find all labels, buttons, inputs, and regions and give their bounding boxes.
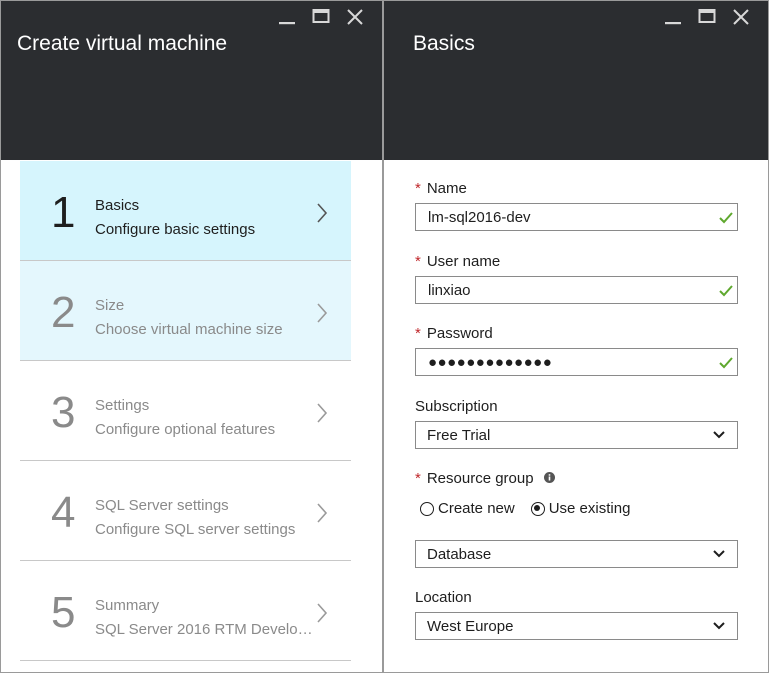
- step-size[interactable]: 2 Size Choose virtual machine size: [20, 261, 351, 361]
- required-marker: *: [415, 180, 421, 197]
- subscription-label: Subscription: [415, 398, 498, 415]
- resource-group-select[interactable]: Database: [415, 540, 738, 568]
- chevron-right-icon: [317, 603, 328, 623]
- create-vm-blade: Create virtual machine 1 Basics Configur…: [0, 0, 383, 673]
- step-title: Settings: [95, 397, 150, 414]
- name-label: * Name: [415, 180, 467, 197]
- close-icon: [733, 9, 749, 25]
- resource-group-label-text: Resource group: [426, 470, 534, 487]
- resource-group-value: Database: [427, 546, 492, 563]
- password-label: * Password: [415, 325, 493, 342]
- location-value: West Europe: [427, 618, 514, 635]
- step-subtitle: Choose virtual machine size: [95, 321, 283, 338]
- required-marker: *: [415, 325, 421, 342]
- user-name-label: * User name: [415, 253, 500, 270]
- subscription-value: Free Trial: [427, 427, 491, 444]
- close-icon: [347, 9, 363, 25]
- blade-title: Create virtual machine: [17, 32, 228, 55]
- step-number: 1: [51, 188, 76, 237]
- step-subtitle: Configure optional features: [95, 421, 276, 438]
- step-title: Basics: [95, 197, 140, 214]
- step-summary[interactable]: 5 Summary SQL Server 2016 RTM Develop...: [20, 561, 351, 661]
- minimize-icon: [279, 22, 295, 25]
- step-subtitle: Configure SQL server settings: [95, 521, 296, 538]
- blade-header: Create virtual machine: [1, 1, 382, 160]
- radio-circle: [420, 501, 434, 516]
- checkmark-icon: [719, 285, 733, 297]
- use-existing-radio[interactable]: Use existing: [530, 500, 631, 517]
- chevron-right-icon: [317, 303, 328, 323]
- resource-group-label: * Resource group: [415, 470, 555, 487]
- chevron-down-icon: [713, 431, 725, 439]
- location-label: Location: [415, 589, 472, 606]
- window-controls: [270, 6, 372, 28]
- checkmark-icon: [719, 212, 733, 224]
- step-sql-server-settings[interactable]: 4 SQL Server settings Configure SQL serv…: [20, 461, 351, 561]
- chevron-right-icon: [317, 503, 328, 523]
- wizard-steps: 1 Basics Configure basic settings 2 Size…: [20, 161, 351, 661]
- chevron-right-icon: [317, 403, 328, 423]
- subscription-select[interactable]: Free Trial: [415, 421, 738, 449]
- maximize-icon: [698, 9, 716, 23]
- step-number: 3: [51, 388, 76, 437]
- required-marker: *: [415, 470, 421, 487]
- step-title: Summary: [95, 597, 160, 614]
- create-new-label: Create new: [438, 500, 515, 517]
- resource-group-radio-group: Create new Use existing: [420, 500, 646, 517]
- maximize-icon: [312, 9, 330, 23]
- step-subtitle: Configure basic settings: [95, 221, 256, 238]
- info-icon[interactable]: [543, 472, 555, 484]
- step-number: 5: [51, 588, 76, 637]
- step-subtitle: SQL Server 2016 RTM Develop...: [95, 621, 315, 638]
- minimize-button[interactable]: [270, 6, 304, 28]
- checkmark-icon: [719, 357, 733, 369]
- location-select[interactable]: West Europe: [415, 612, 738, 640]
- required-marker: *: [415, 253, 421, 270]
- window-controls: [656, 6, 758, 28]
- password-input[interactable]: ●●●●●●●●●●●●●: [415, 348, 738, 376]
- chevron-right-icon: [317, 203, 328, 223]
- maximize-button[interactable]: [304, 6, 338, 28]
- user-name-value: linxiao: [428, 282, 471, 299]
- name-label-text: Name: [426, 180, 467, 197]
- close-button[interactable]: [338, 6, 372, 28]
- step-number: 4: [51, 488, 76, 537]
- basics-blade: Basics * Name lm-sql2016-dev * User name: [383, 0, 769, 673]
- chevron-down-icon: [713, 550, 725, 558]
- use-existing-label: Use existing: [548, 500, 631, 517]
- step-basics[interactable]: 1 Basics Configure basic settings: [20, 161, 351, 261]
- close-button[interactable]: [724, 6, 758, 28]
- maximize-button[interactable]: [690, 6, 724, 28]
- step-title: Size: [95, 297, 125, 314]
- step-title: SQL Server settings: [95, 497, 229, 514]
- minimize-button[interactable]: [656, 6, 690, 28]
- step-number: 2: [51, 288, 76, 337]
- minimize-icon: [665, 22, 681, 25]
- password-label-text: Password: [426, 325, 493, 342]
- step-settings[interactable]: 3 Settings Configure optional features: [20, 361, 351, 461]
- radio-circle-selected: [530, 501, 545, 516]
- blade-title: Basics: [413, 32, 475, 55]
- blade-header: Basics: [384, 1, 768, 160]
- password-value: ●●●●●●●●●●●●●: [428, 354, 553, 371]
- name-value: lm-sql2016-dev: [428, 209, 531, 226]
- chevron-down-icon: [713, 622, 725, 630]
- name-input[interactable]: lm-sql2016-dev: [415, 203, 738, 231]
- user-name-label-text: User name: [426, 253, 501, 270]
- user-name-input[interactable]: linxiao: [415, 276, 738, 304]
- create-new-radio[interactable]: Create new: [420, 500, 515, 517]
